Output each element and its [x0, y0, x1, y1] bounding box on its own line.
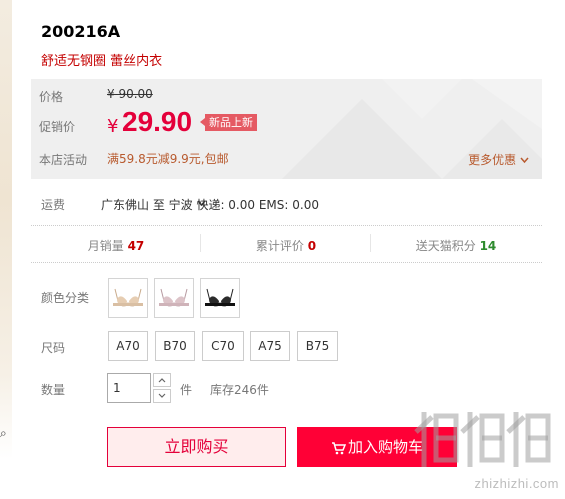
store-activity-text: 满59.8元减9.9元,包邮: [107, 152, 229, 166]
caret-up-icon: [158, 378, 166, 383]
buy-now-button[interactable]: 立即购买: [107, 427, 286, 467]
more-offers-link[interactable]: 更多优惠: [468, 151, 529, 168]
color-swatch-pink[interactable]: [154, 278, 194, 318]
monthly-sales: 月销量 47: [31, 237, 201, 254]
nude-bra-icon: [113, 288, 143, 307]
tmall-points: 送天猫积分 14: [371, 237, 541, 254]
reviews-label: 累计评价: [255, 239, 304, 253]
size-label: 尺码: [41, 341, 66, 355]
monthly-sales-count: 47: [127, 239, 145, 253]
new-arrival-badge: 新品上新: [200, 114, 257, 131]
black-bra-icon: [205, 288, 235, 307]
size-option-b75[interactable]: B75: [297, 331, 338, 361]
quantity-input[interactable]: 1: [107, 373, 151, 403]
reviews[interactable]: 累计评价 0: [201, 237, 371, 254]
product-code: 200216A: [41, 22, 121, 41]
stock-count: 库存246件: [210, 383, 269, 397]
monthly-sales-label: 月销量: [87, 239, 124, 253]
quantity-unit: 件: [180, 383, 193, 397]
divider-top: [31, 225, 542, 226]
destination-dropdown-chevron-icon[interactable]: [197, 200, 206, 207]
size-option-b70[interactable]: B70: [155, 331, 195, 361]
divider-bottom: [31, 262, 542, 263]
chevron-down-icon: [520, 157, 529, 164]
shipping-text: 广东佛山 至 宁波 快递: 0.00 EMS: 0.00: [101, 198, 319, 212]
watermark-text: zhizhizhi.com: [474, 476, 559, 491]
add-to-cart-label: 加入购物车: [347, 438, 423, 456]
caret-down-icon: [158, 393, 166, 398]
original-price: ¥ 90.00: [107, 87, 153, 101]
promo-price: 29.90: [122, 106, 193, 137]
tmall-points-count: 14: [479, 239, 497, 253]
reviews-count: 0: [307, 239, 317, 253]
size-option-a75[interactable]: A75: [250, 331, 290, 361]
more-offers-label: 更多优惠: [468, 153, 517, 167]
tmall-points-label: 送天猫积分: [415, 239, 476, 253]
shipping-info[interactable]: 广东佛山 至 宁波 快递: 0.00 EMS: 0.00: [101, 196, 319, 213]
shipping-label: 运费: [41, 198, 66, 212]
size-option-a70[interactable]: A70: [108, 331, 148, 361]
product-subtitle: 舒适无钢圈 蕾丝内衣: [41, 54, 163, 69]
quantity-decrease-button[interactable]: [153, 389, 171, 403]
quantity-label: 数量: [41, 383, 66, 397]
watermark-logo: [414, 412, 551, 467]
zoom-icon[interactable]: ⌕: [0, 424, 12, 442]
promo-price-label: 促销价: [39, 120, 76, 134]
pink-bra-icon: [159, 288, 189, 307]
price-panel: 价格 ¥ 90.00 促销价 ¥ 29.90 新品上新 本店活动 满59.8元减…: [31, 79, 542, 179]
price-label: 价格: [39, 90, 64, 104]
promo-currency: ¥: [107, 116, 119, 137]
store-activity-label: 本店活动: [39, 153, 88, 167]
cart-icon: [331, 441, 346, 454]
color-swatch-nude[interactable]: [108, 278, 148, 318]
size-option-c70[interactable]: C70: [202, 331, 244, 361]
color-swatch-black[interactable]: [200, 278, 240, 318]
color-label: 颜色分类: [41, 291, 90, 305]
quantity-increase-button[interactable]: [153, 373, 171, 387]
